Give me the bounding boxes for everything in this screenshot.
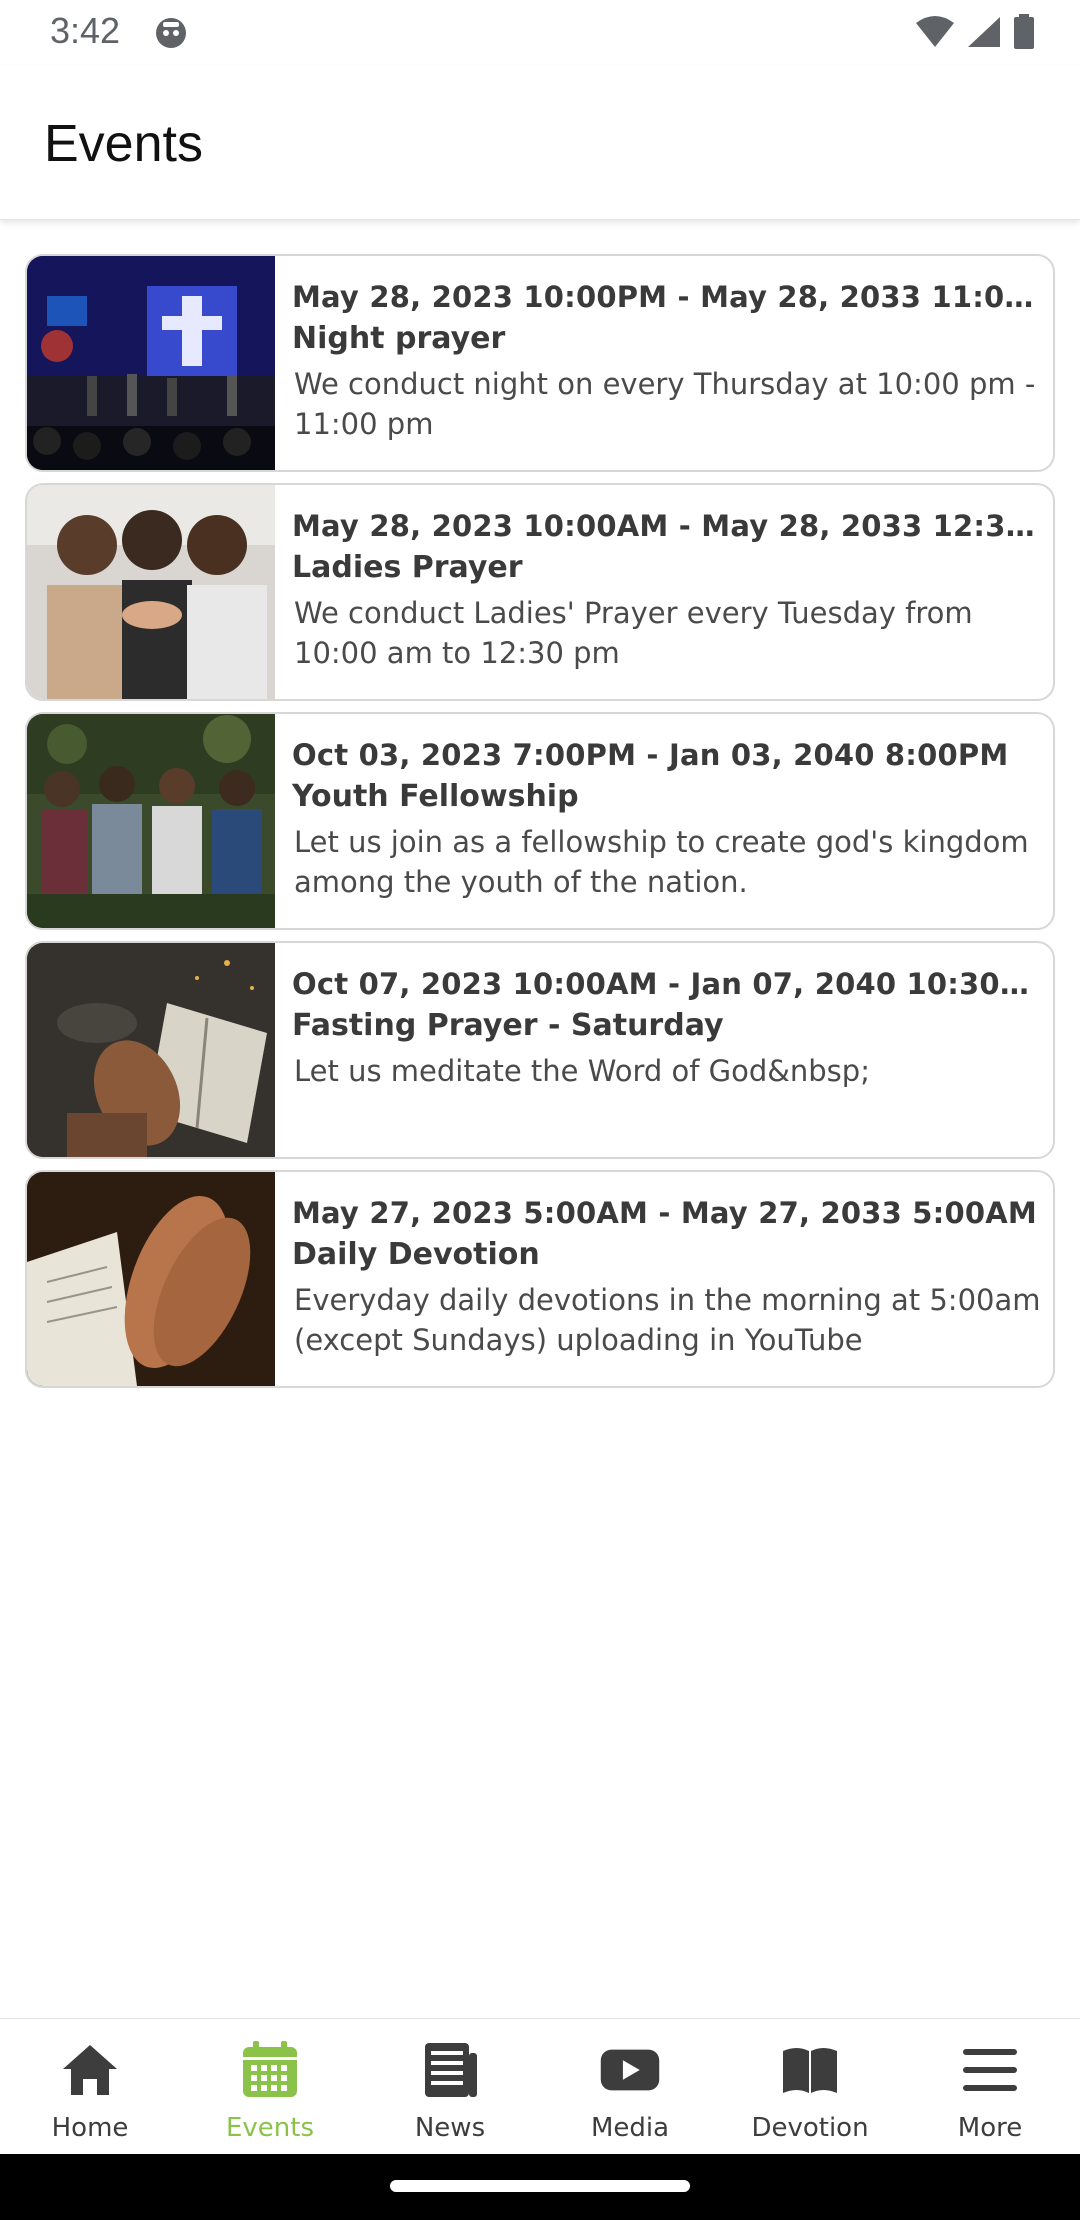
nav-item-devotion[interactable]: Devotion [720,2019,900,2154]
event-description: We conduct Ladies' Prayer every Tuesday … [294,596,973,670]
event-content: Oct 03, 2023 7:00PM - Jan 03, 2040 8:00P… [292,734,1044,902]
nav-label: Events [225,2113,315,2143]
newspaper-icon [419,2039,481,2101]
event-description: Everyday daily devotions in the morning … [294,1283,1041,1357]
nav-item-more[interactable]: More [900,2019,1080,2154]
home-gesture-handle[interactable] [390,2180,690,2192]
event-card[interactable]: Oct 07, 2023 10:00AM - Jan 07, 2040 10:3… [25,941,1055,1159]
nav-item-home[interactable]: Home [0,2019,180,2154]
battery-icon [1012,14,1036,54]
nav-item-events[interactable]: Events [180,2019,360,2154]
nav-label: More [957,2113,1023,2143]
app-notification-icon [154,16,188,50]
event-date: May 27, 2023 5:00AM - May 27, 2033 5:00A… [292,1196,1037,1230]
youth-group-image [27,714,275,928]
status-time: 3:42 [50,10,121,51]
bottom-navigation: Home Events News Media Devotion More [0,2018,1080,2154]
nav-label: News [414,2113,486,2143]
book-icon [779,2039,841,2101]
event-card[interactable]: Oct 03, 2023 7:00PM - Jan 03, 2040 8:00P… [25,712,1055,930]
event-content: Oct 07, 2023 10:00AM - Jan 07, 2040 10:3… [292,963,1044,1091]
nav-item-media[interactable]: Media [540,2019,720,2154]
nav-label: Devotion [751,2113,869,2143]
system-navigation-bar [0,2154,1080,2220]
event-title: Youth Fellowship [292,779,579,814]
event-list: May 28, 2023 10:00PM - May 28, 2033 11:0… [25,254,1055,1399]
event-content: May 27, 2023 5:00AM - May 27, 2033 5:00A… [292,1192,1044,1360]
event-title: Daily Devotion [292,1237,540,1272]
event-date: May 28, 2023 10:00AM - May 28, 2033 12:3… [292,509,1044,543]
nav-item-news[interactable]: News [360,2019,540,2154]
event-date: Oct 07, 2023 10:00AM - Jan 07, 2040 10:3… [292,967,1044,1001]
event-card[interactable]: May 28, 2023 10:00AM - May 28, 2033 12:3… [25,483,1055,701]
nav-label: Media [590,2113,670,2143]
event-date: Oct 03, 2023 7:00PM - Jan 03, 2040 8:00P… [292,738,1009,772]
event-card[interactable]: May 28, 2023 10:00PM - May 28, 2033 11:0… [25,254,1055,472]
menu-icon [959,2039,1021,2101]
event-description: Let us meditate the Word of God&nbsp; [294,1054,870,1088]
women-praying-image [27,485,275,699]
worship-stage-image [27,256,275,470]
calendar-icon [239,2039,301,2101]
event-description: We conduct night on every Thursday at 10… [294,367,1036,441]
play-icon [599,2039,661,2101]
event-title: Night prayer [292,321,506,356]
praying-hands-image [27,1172,275,1386]
status-bar: 3:42 [0,0,1080,66]
bible-hands-image [27,943,275,1157]
event-content: May 28, 2023 10:00PM - May 28, 2033 11:0… [292,276,1044,444]
event-description: Let us join as a fellowship to create go… [294,825,1029,899]
event-content: May 28, 2023 10:00AM - May 28, 2033 12:3… [292,505,1044,673]
event-card[interactable]: May 27, 2023 5:00AM - May 27, 2033 5:00A… [25,1170,1055,1388]
app-bar: Events [0,66,1080,220]
signal-icon [966,15,1002,53]
home-icon [59,2039,121,2101]
event-title: Ladies Prayer [292,550,523,585]
wifi-icon [914,15,956,53]
nav-label: Home [51,2113,129,2143]
event-date: May 28, 2023 10:00PM - May 28, 2033 11:0… [292,280,1044,314]
event-title: Fasting Prayer - Saturday [292,1008,724,1043]
page-title: Events [44,115,203,173]
